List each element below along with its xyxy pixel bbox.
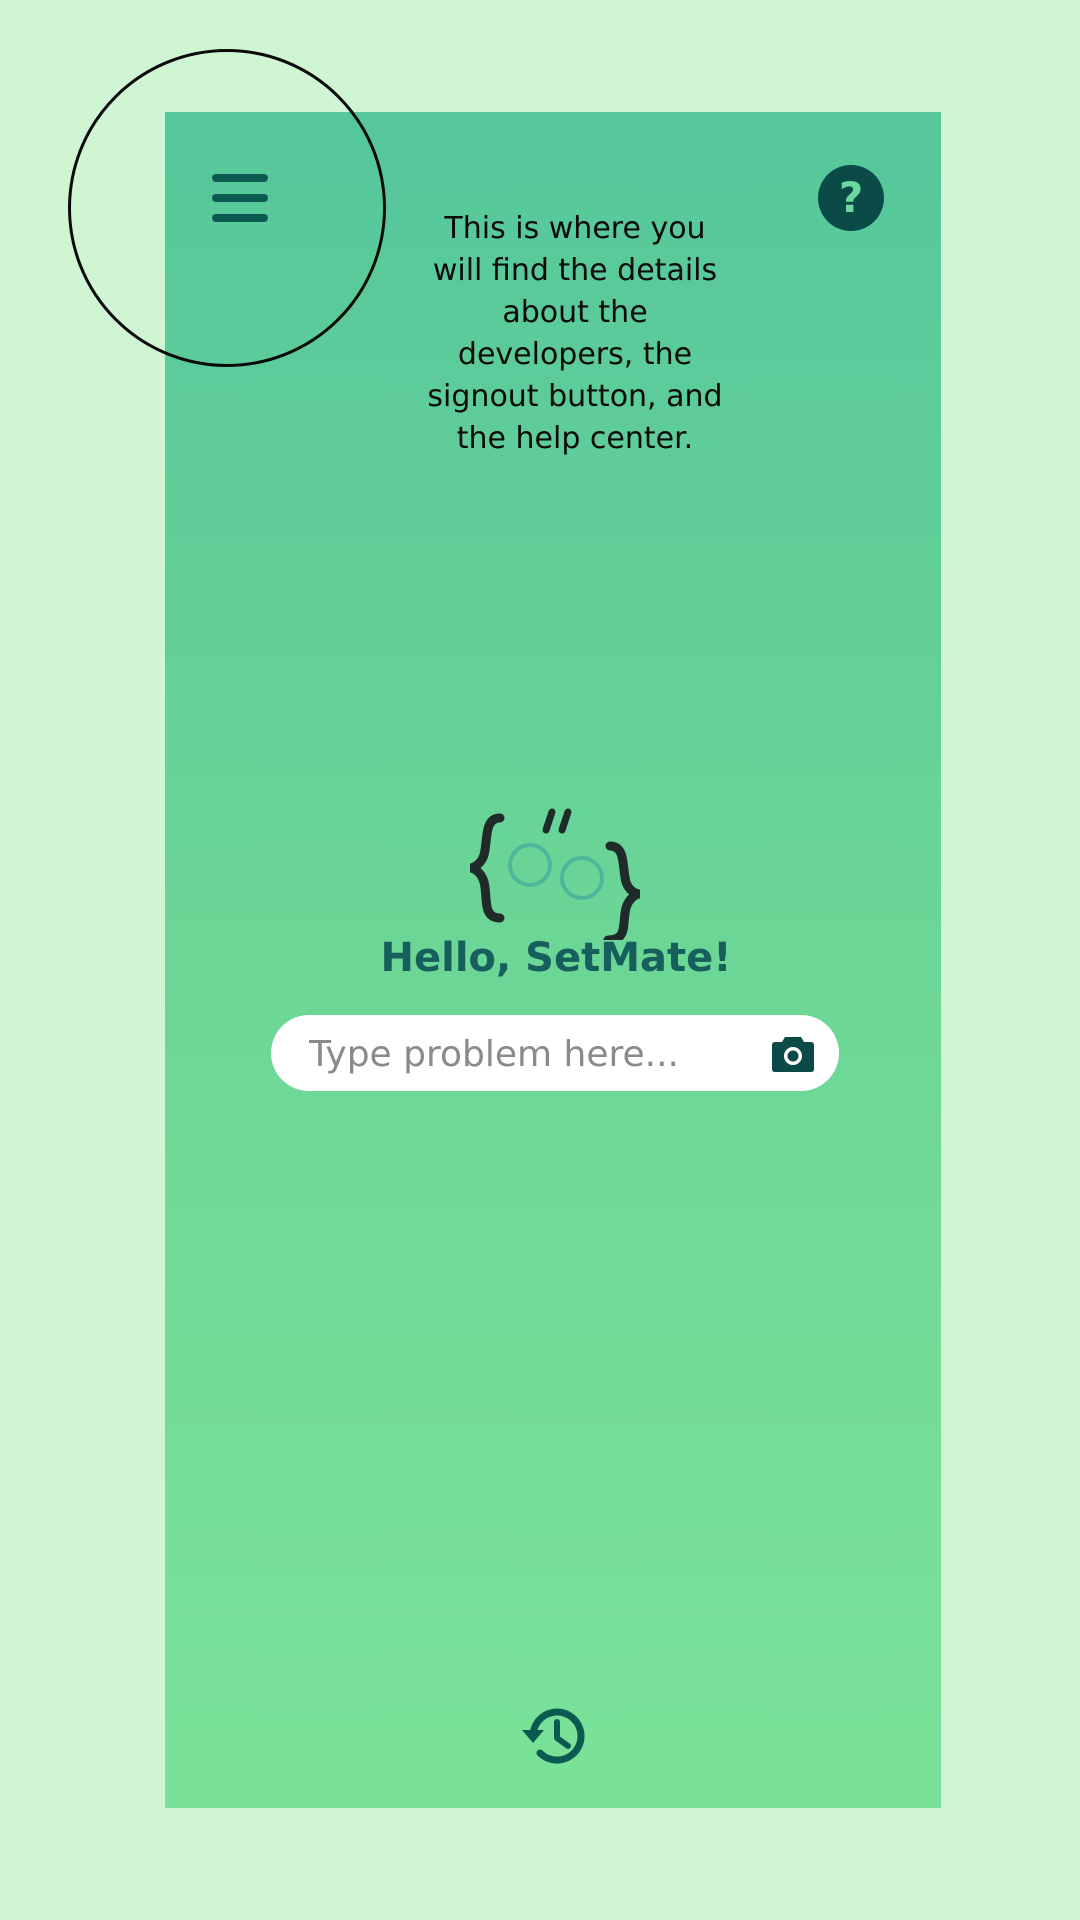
question-mark-icon: ? — [838, 173, 864, 222]
tutorial-highlight-ring — [68, 49, 386, 367]
greeting-title: Hello, SetMate! — [380, 935, 732, 981]
problem-input[interactable] — [307, 1015, 751, 1093]
camera-button[interactable] — [771, 1033, 815, 1073]
problem-search-bar — [271, 1015, 839, 1093]
logo-left-brace — [469, 813, 505, 923]
annotation-line: the help center. — [456, 421, 694, 456]
setmate-logo — [469, 808, 641, 940]
history-button[interactable] — [519, 1700, 591, 1772]
logo-lens-right — [560, 856, 604, 900]
logo-lens-left — [508, 843, 552, 887]
annotation-line: This is where you — [444, 211, 706, 246]
history-icon — [522, 1708, 585, 1764]
logo-right-brace — [603, 841, 641, 940]
camera-icon — [772, 1037, 814, 1072]
tutorial-annotation: This is where you will find the details … — [395, 208, 755, 460]
annotation-line: signout button, and — [427, 379, 723, 414]
annotation-line: will find the details — [432, 253, 718, 288]
logo-quote-mark — [542, 808, 556, 834]
annotation-line: about the — [502, 295, 648, 330]
help-button[interactable]: ? — [818, 165, 884, 231]
annotation-line: developers, the — [457, 337, 693, 372]
logo-quote-mark — [558, 808, 572, 834]
